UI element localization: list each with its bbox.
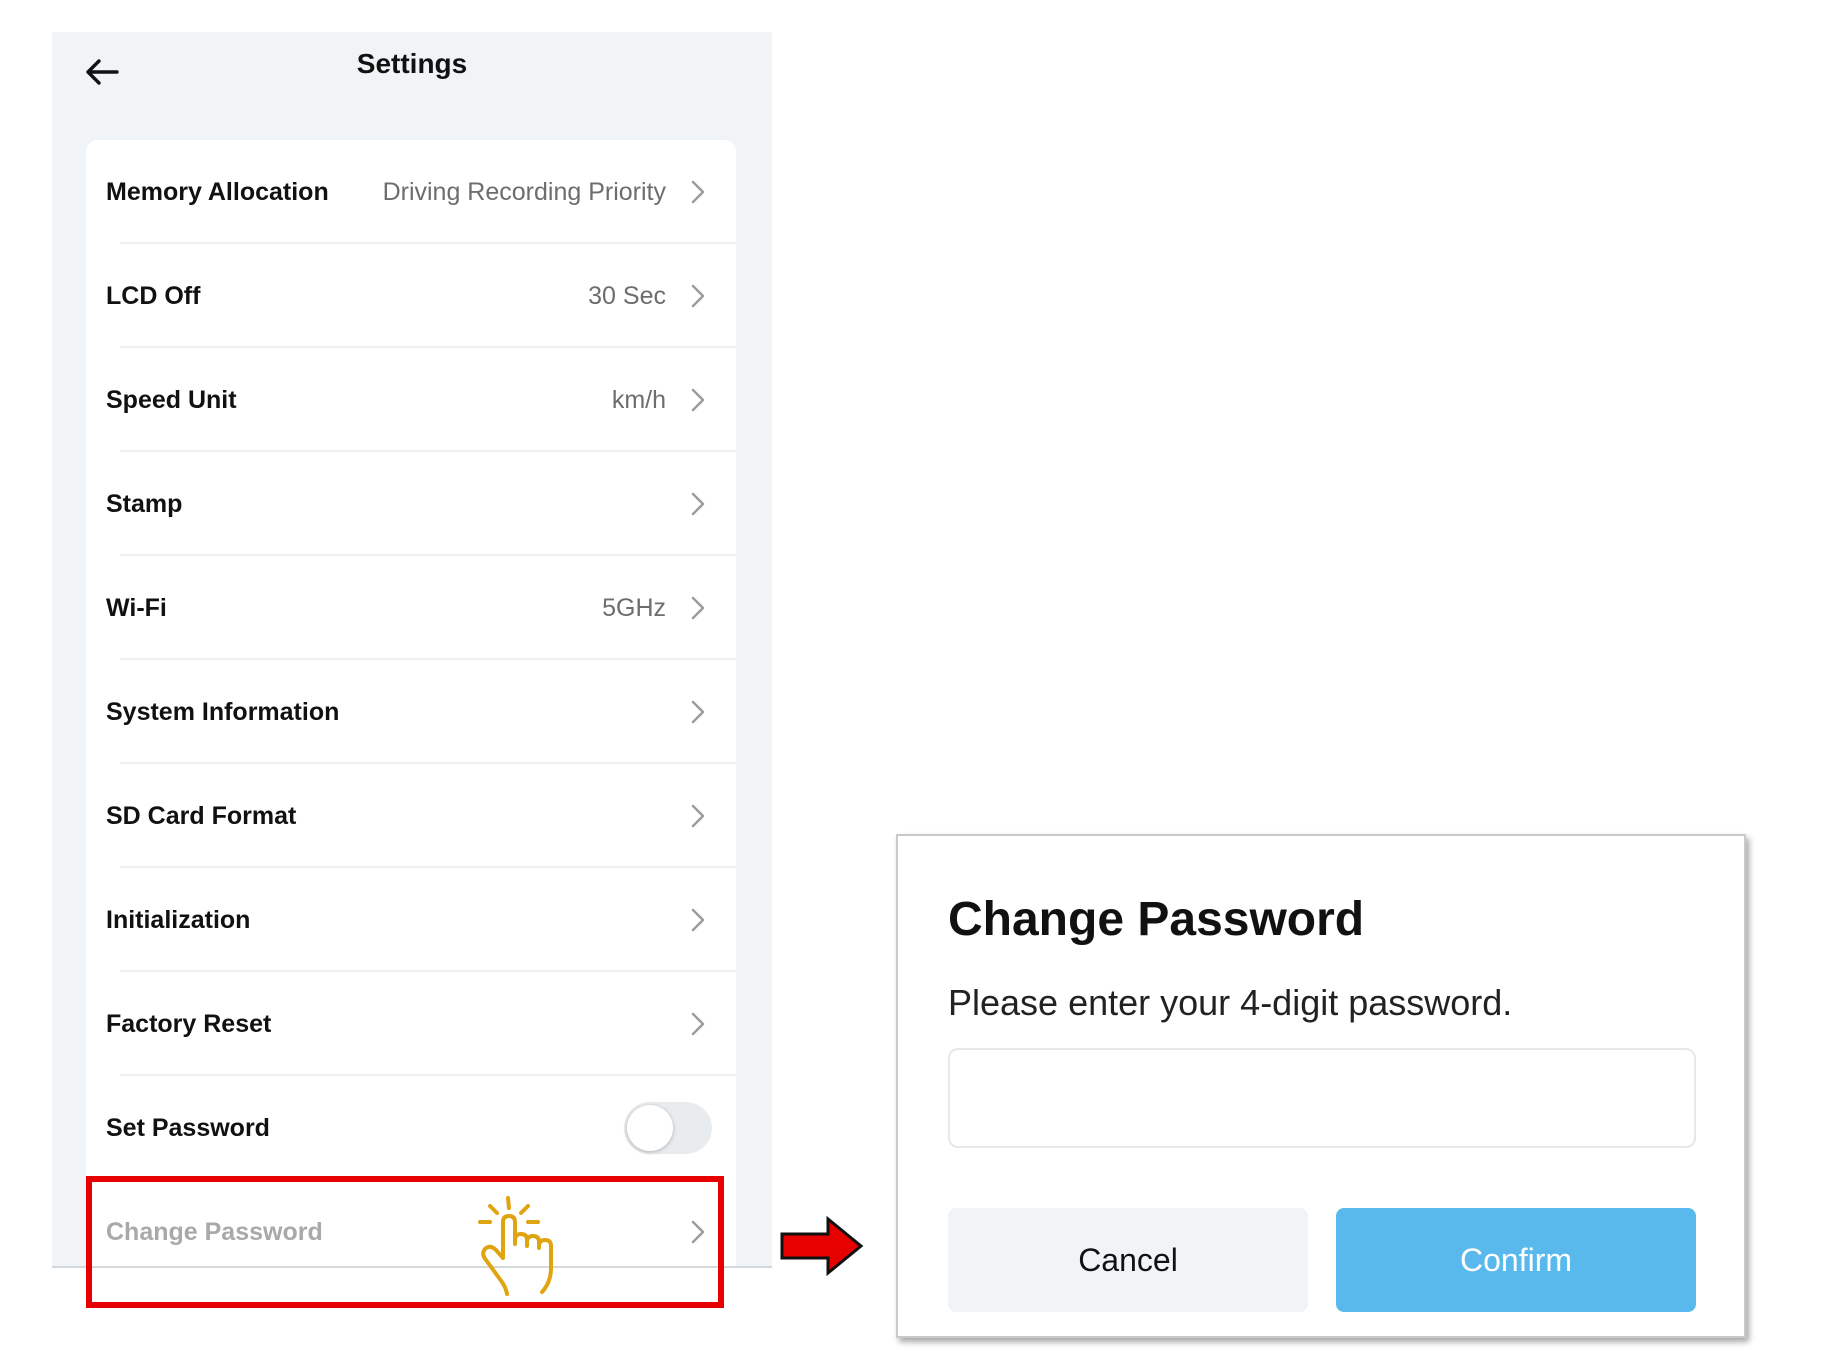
setting-row-factory-reset[interactable]: Factory Reset	[86, 972, 736, 1076]
setting-row-initialization[interactable]: Initialization	[86, 868, 736, 972]
setting-label: System Information	[106, 697, 340, 726]
setting-row-sd-card-format[interactable]: SD Card Format	[86, 764, 736, 868]
setting-label: Wi-Fi	[106, 593, 167, 622]
setting-label: Stamp	[106, 489, 183, 518]
page-title: Settings	[356, 48, 468, 79]
setting-label: LCD Off	[106, 281, 201, 310]
setting-label: Set Password	[106, 1113, 270, 1142]
settings-screen: Settings Memory Allocation Driving Recor…	[52, 32, 772, 1268]
setting-label: Memory Allocation	[106, 177, 329, 206]
top-bar: Settings	[52, 32, 772, 132]
setting-label: Speed Unit	[106, 385, 237, 414]
setting-row-memory-allocation[interactable]: Memory Allocation Driving Recording Prio…	[86, 140, 736, 244]
dialog-title: Change Password	[948, 893, 1365, 946]
setting-label: Initialization	[106, 905, 251, 934]
chevron-right-icon	[688, 698, 708, 726]
chevron-right-icon	[688, 490, 708, 518]
chevron-right-icon	[688, 178, 708, 206]
highlight-box	[86, 1176, 724, 1308]
toggle-knob	[627, 1105, 673, 1151]
setting-row-system-information[interactable]: System Information	[86, 660, 736, 764]
chevron-right-icon	[688, 282, 708, 310]
setting-value: 30 Sec	[588, 281, 666, 310]
change-password-dialog: Change Password Please enter your 4-digi…	[896, 834, 1746, 1338]
setting-row-set-password: Set Password	[86, 1076, 736, 1180]
setting-label: Factory Reset	[106, 1009, 272, 1038]
red-arrow-icon	[780, 1216, 864, 1276]
setting-value: km/h	[611, 385, 666, 414]
dialog-message: Please enter your 4-digit password.	[948, 982, 1513, 1023]
chevron-right-icon	[688, 802, 708, 830]
password-input[interactable]	[948, 1048, 1696, 1148]
chevron-right-icon	[688, 386, 708, 414]
pointing-hand-icon	[478, 1196, 553, 1296]
setting-value: Driving Recording Priority	[382, 177, 666, 206]
confirm-button[interactable]: Confirm	[1336, 1208, 1696, 1312]
setting-row-speed-unit[interactable]: Speed Unit km/h	[86, 348, 736, 452]
setting-label: SD Card Format	[106, 801, 297, 830]
chevron-right-icon	[688, 594, 708, 622]
setting-value: 5GHz	[602, 593, 666, 622]
setting-row-wifi[interactable]: Wi-Fi 5GHz	[86, 556, 736, 660]
cancel-button[interactable]: Cancel	[948, 1208, 1308, 1312]
settings-list: Memory Allocation Driving Recording Prio…	[86, 140, 736, 1268]
chevron-right-icon	[688, 906, 708, 934]
chevron-right-icon	[688, 1010, 708, 1038]
setting-row-lcd-off[interactable]: LCD Off 30 Sec	[86, 244, 736, 348]
setting-row-stamp[interactable]: Stamp	[86, 452, 736, 556]
set-password-toggle[interactable]	[624, 1102, 712, 1154]
